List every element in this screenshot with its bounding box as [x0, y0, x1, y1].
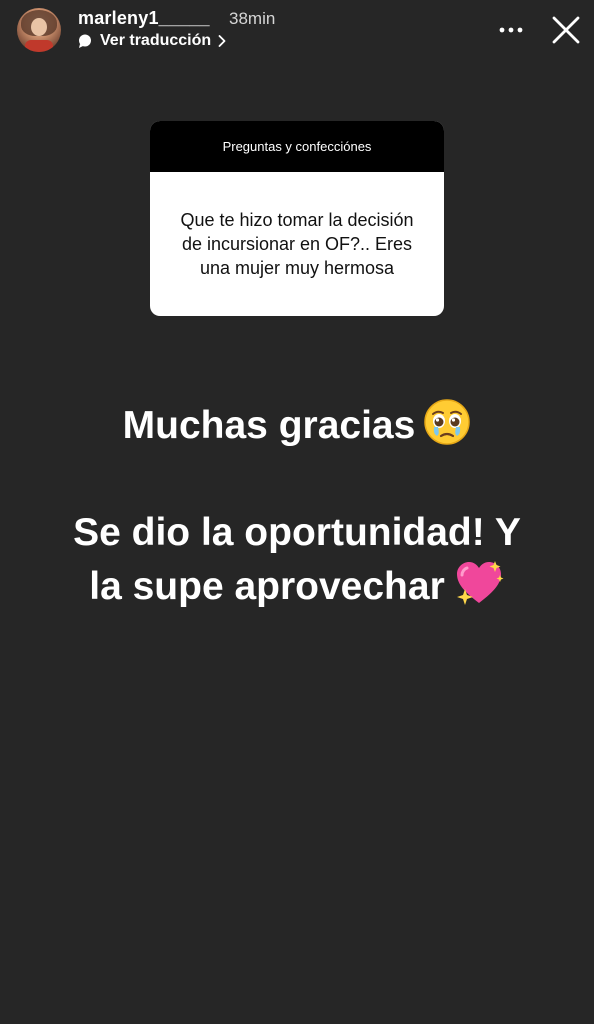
reply-thanks: Muchas gracias [0, 398, 594, 452]
question-text: Que te hizo tomar la decisión de incursi… [180, 210, 414, 278]
reply-opportunity: Se dio la oportunidad! Y la supe aprovec… [0, 507, 594, 613]
speech-bubble-icon [79, 34, 91, 48]
username[interactable]: marleny1_____ [78, 8, 210, 29]
avatar-clothing [25, 40, 53, 52]
close-icon[interactable] [548, 12, 584, 48]
post-time: 38min [229, 9, 276, 28]
sparkling-heart-emoji [456, 561, 504, 605]
reply-line-1: Muchas gracias [122, 404, 416, 447]
reply-line-2b: la supe aprovechar [89, 565, 445, 608]
avatar[interactable] [17, 8, 61, 52]
chevron-right-icon [218, 35, 226, 47]
avatar-face [31, 18, 47, 36]
story-header: marleny1_____ 38min Ver traducción [0, 0, 594, 64]
story-view: marleny1_____ 38min Ver traducción Pregu… [0, 0, 594, 1024]
reply-line-2b-wrap: la supe aprovechar [0, 559, 594, 613]
translate-label: Ver traducción [100, 32, 212, 49]
question-sticker-body: Que te hizo tomar la decisión de incursi… [150, 172, 444, 316]
translate-button[interactable]: Ver traducción [78, 31, 226, 51]
more-dots-icon[interactable] [496, 18, 526, 42]
reply-line-2a: Se dio la oportunidad! Y [73, 511, 521, 554]
question-sticker-title: Preguntas y confecciónes [150, 121, 444, 172]
pleading-face-emoji [424, 399, 471, 445]
question-sticker[interactable]: Preguntas y confecciónes Que te hizo tom… [150, 121, 444, 316]
